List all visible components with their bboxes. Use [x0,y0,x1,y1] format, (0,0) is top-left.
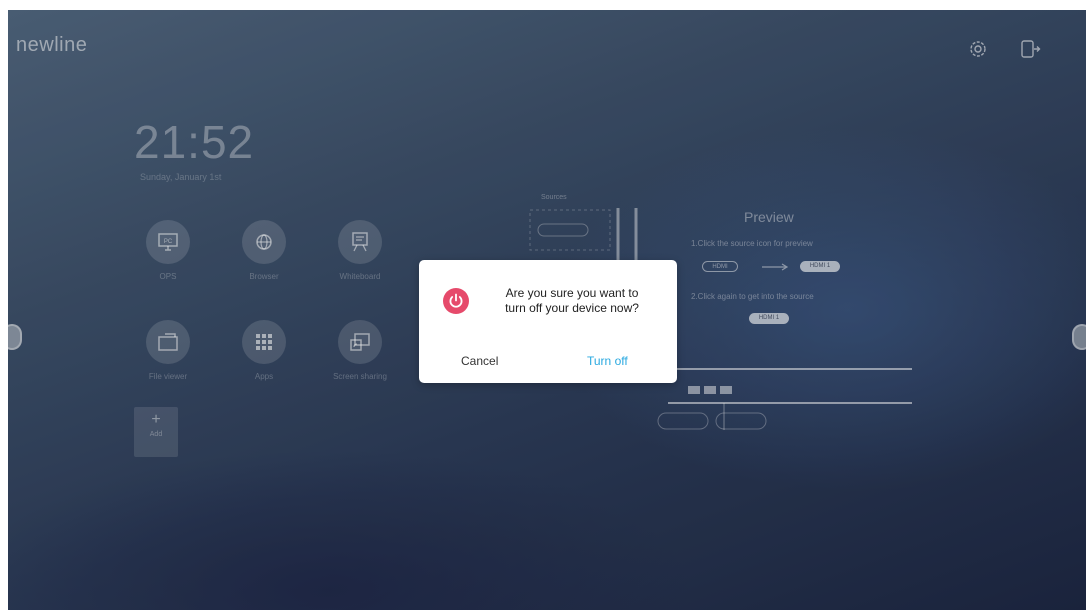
cancel-button[interactable]: Cancel [461,354,498,368]
power-icon [443,288,469,314]
dialog-message-line-1: Are you sure you want to [505,286,639,300]
dialog-message-line-2: turn off your device now? [505,301,639,315]
desktop-screen: newline 21:52 Sunday, January 1st PC OPS… [8,10,1086,610]
power-off-dialog: Are you sure you want to turn off your d… [419,260,677,383]
turn-off-button[interactable]: Turn off [587,354,628,368]
dialog-message: Are you sure you want to turn off your d… [487,286,657,316]
